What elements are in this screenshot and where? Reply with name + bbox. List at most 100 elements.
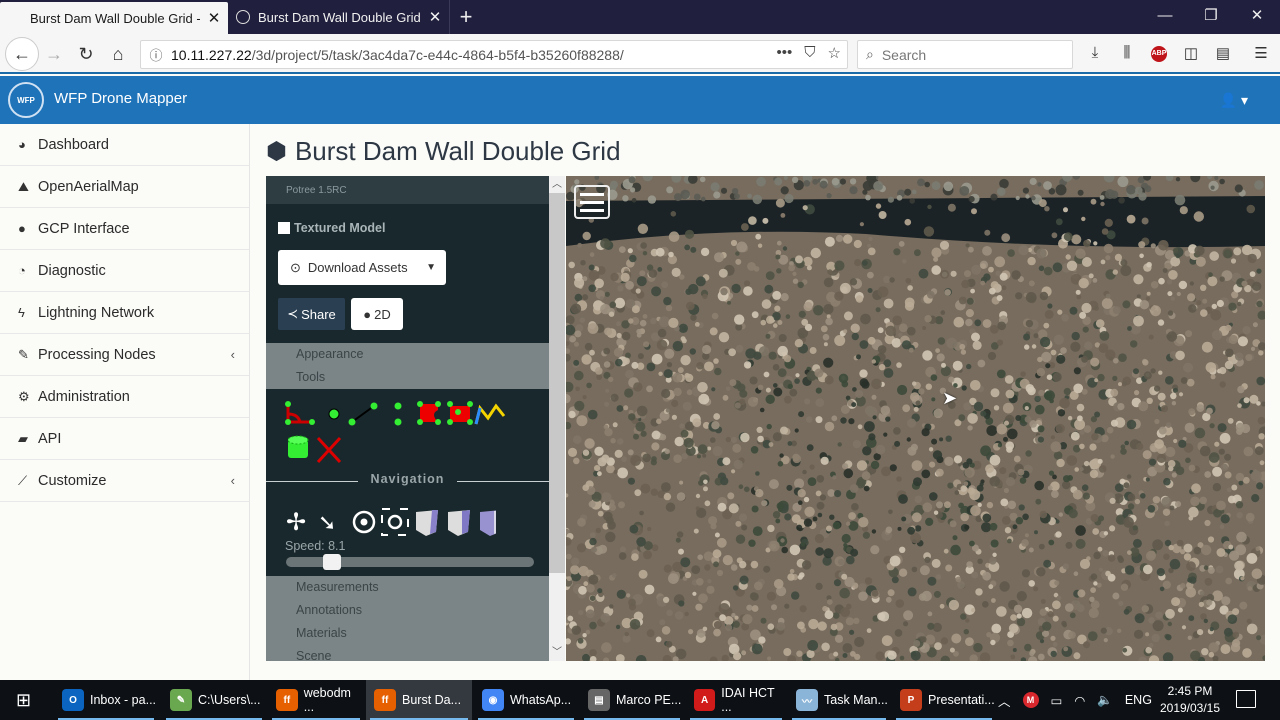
minimize-button[interactable]: — xyxy=(1142,0,1188,34)
browser-tab-active[interactable]: Burst Dam Wall Double Grid - W ✕ xyxy=(0,2,228,34)
point xyxy=(1158,370,1163,375)
point-cloud-viewer[interactable]: ➤ xyxy=(566,176,1265,661)
bookmark-star-icon[interactable]: ☆ xyxy=(828,44,841,62)
fly-mode-icon[interactable]: ➘ xyxy=(318,510,336,535)
profile-icon[interactable] xyxy=(474,403,506,425)
orbit-controls-icon[interactable] xyxy=(352,510,376,534)
earth-controls-icon[interactable]: ✢ xyxy=(286,509,306,536)
taskbar-app[interactable]: O Inbox - pa... xyxy=(54,680,158,720)
clip-volume-icon[interactable] xyxy=(287,435,309,458)
textured-model-toggle[interactable]: Textured Model xyxy=(278,221,385,235)
point-measure-icon[interactable] xyxy=(328,408,340,420)
speed-slider[interactable] xyxy=(286,554,534,570)
sidebar-item-processing-nodes[interactable]: ✎ Processing Nodes ‹ xyxy=(0,334,249,376)
scrollbar-track[interactable] xyxy=(549,573,565,644)
hamburger-menu-icon[interactable]: ☰ xyxy=(1251,44,1271,62)
mega-icon[interactable]: M xyxy=(1022,692,1039,708)
point xyxy=(1023,333,1031,341)
page-actions-icon[interactable]: ••• xyxy=(777,44,793,62)
wifi-icon[interactable]: ◠ xyxy=(1074,693,1085,708)
point xyxy=(784,513,792,521)
chevron-left-icon[interactable]: ‹ xyxy=(231,473,235,488)
distance-measure-icon[interactable] xyxy=(348,402,378,426)
point xyxy=(889,277,895,283)
forward-button[interactable]: → xyxy=(40,40,68,68)
menu-measurements[interactable]: Measurements xyxy=(266,576,549,599)
point-cloud-canvas[interactable] xyxy=(566,176,1265,661)
new-tab-button[interactable]: + xyxy=(456,4,476,30)
taskbar-app[interactable]: ff Burst Da... xyxy=(366,680,472,720)
scroll-up-icon[interactable]: ︿ xyxy=(549,176,565,193)
speed-slider-thumb[interactable] xyxy=(322,554,341,570)
sidebar-item-openaerialmap[interactable]: ⛰ OpenAerialMap xyxy=(0,166,249,208)
sidebar-item-administration[interactable]: ⚙ Administration xyxy=(0,376,249,418)
sidebar-item-lightning-network[interactable]: ϟ Lightning Network xyxy=(0,292,249,334)
user-menu-button[interactable]: 👤 ▾ xyxy=(1220,92,1248,109)
reload-button[interactable]: ↻ xyxy=(72,40,100,68)
point xyxy=(1165,422,1172,428)
notifications-icon[interactable] xyxy=(1236,690,1256,708)
close-window-button[interactable]: ✕ xyxy=(1234,0,1280,34)
top-view-icon[interactable] xyxy=(480,510,496,536)
menu-tools[interactable]: Tools xyxy=(266,366,549,389)
textured-model-checkbox[interactable] xyxy=(278,222,290,234)
sidebar-icon[interactable]: ◫ xyxy=(1181,44,1201,62)
library-icon[interactable]: ⫼ xyxy=(1117,44,1137,61)
search-input[interactable]: ⌕ Search xyxy=(857,40,1073,69)
taskbar-app[interactable]: ◉ WhatsAp... xyxy=(474,680,578,720)
menu-materials[interactable]: Materials xyxy=(266,622,549,645)
browser-tab[interactable]: Burst Dam Wall Double Grid - W ✕ xyxy=(228,0,450,34)
download-assets-button[interactable]: ⊙ Download Assets ▼ xyxy=(278,250,446,285)
close-tab-icon[interactable]: ✕ xyxy=(200,9,228,27)
app-title[interactable]: WFP Drone Mapper xyxy=(54,90,187,107)
share-button[interactable]: ≺ Share xyxy=(278,298,345,330)
language-indicator[interactable]: ENG xyxy=(1125,693,1152,707)
download-icon[interactable]: ⤓ xyxy=(1085,44,1105,61)
height-measure-icon[interactable] xyxy=(394,402,402,426)
volume-icon[interactable]: 🔈 xyxy=(1097,693,1113,708)
tray-expand-icon[interactable]: ︿ xyxy=(998,691,1011,710)
clock[interactable]: 2:45 PM 2019/03/15 xyxy=(1150,683,1230,717)
point xyxy=(911,512,922,523)
angle-measure-icon[interactable] xyxy=(285,401,315,425)
taskbar-app[interactable]: ▤ Marco PE... xyxy=(580,680,684,720)
potree-menu-toggle-icon[interactable] xyxy=(574,185,610,219)
menu-appearance[interactable]: Appearance xyxy=(266,343,549,366)
pocket-icon[interactable]: ⛉ xyxy=(804,44,815,62)
adblock-plus-icon[interactable]: ABP xyxy=(1151,46,1167,62)
home-button[interactable]: ⌂ xyxy=(104,40,132,68)
front-view-icon[interactable] xyxy=(448,510,470,536)
scroll-down-icon[interactable]: ﹀ xyxy=(549,644,565,661)
sidebar-item-dashboard[interactable]: ◕ Dashboard xyxy=(0,124,249,166)
windows-start-button[interactable]: ⊞ xyxy=(8,680,42,720)
taskbar-app[interactable]: P Presentati... xyxy=(892,680,996,720)
close-tab-icon[interactable]: ✕ xyxy=(421,8,449,26)
point xyxy=(674,436,684,447)
taskbar-app[interactable]: ✎ C:\Users\... xyxy=(162,680,266,720)
potree-scrollbar[interactable]: ︿ ﹀ xyxy=(549,176,565,661)
restore-button[interactable]: ❐ xyxy=(1188,0,1234,34)
sidebar-item-diagnostic[interactable]: ◔ Diagnostic xyxy=(0,250,249,292)
reader-view-icon[interactable]: ▤ xyxy=(1213,44,1233,62)
taskbar-app[interactable]: ff webodm ... xyxy=(268,680,364,720)
remove-all-icon[interactable] xyxy=(316,436,342,464)
point xyxy=(773,383,778,388)
volume-measure-icon[interactable] xyxy=(447,401,473,425)
focus-icon[interactable] xyxy=(381,508,409,536)
menu-scene[interactable]: Scene xyxy=(266,645,549,661)
taskbar-app[interactable]: 〰 Task Man... xyxy=(788,680,890,720)
back-button[interactable]: ← xyxy=(5,37,39,71)
left-view-icon[interactable] xyxy=(416,510,438,536)
chevron-left-icon[interactable]: ‹ xyxy=(231,347,235,362)
view-2d-button[interactable]: ● 2D xyxy=(351,298,403,330)
taskbar-app[interactable]: A IDAI HCT ... xyxy=(686,680,786,720)
battery-icon[interactable]: ▭ xyxy=(1051,693,1063,708)
site-info-icon[interactable]: ⓘ xyxy=(141,45,171,64)
area-measure-icon[interactable] xyxy=(417,401,441,425)
menu-annotations[interactable]: Annotations xyxy=(266,599,549,622)
scrollbar-thumb[interactable] xyxy=(549,193,565,573)
sidebar-item-api[interactable]: ▰ API xyxy=(0,418,249,460)
sidebar-item-gcp-interface[interactable]: ● GCP Interface xyxy=(0,208,249,250)
sidebar-item-customize[interactable]: ⟋ Customize ‹ xyxy=(0,460,249,502)
url-bar[interactable]: ⓘ 10.11.227.22/3d/project/5/task/3ac4da7… xyxy=(140,40,848,69)
